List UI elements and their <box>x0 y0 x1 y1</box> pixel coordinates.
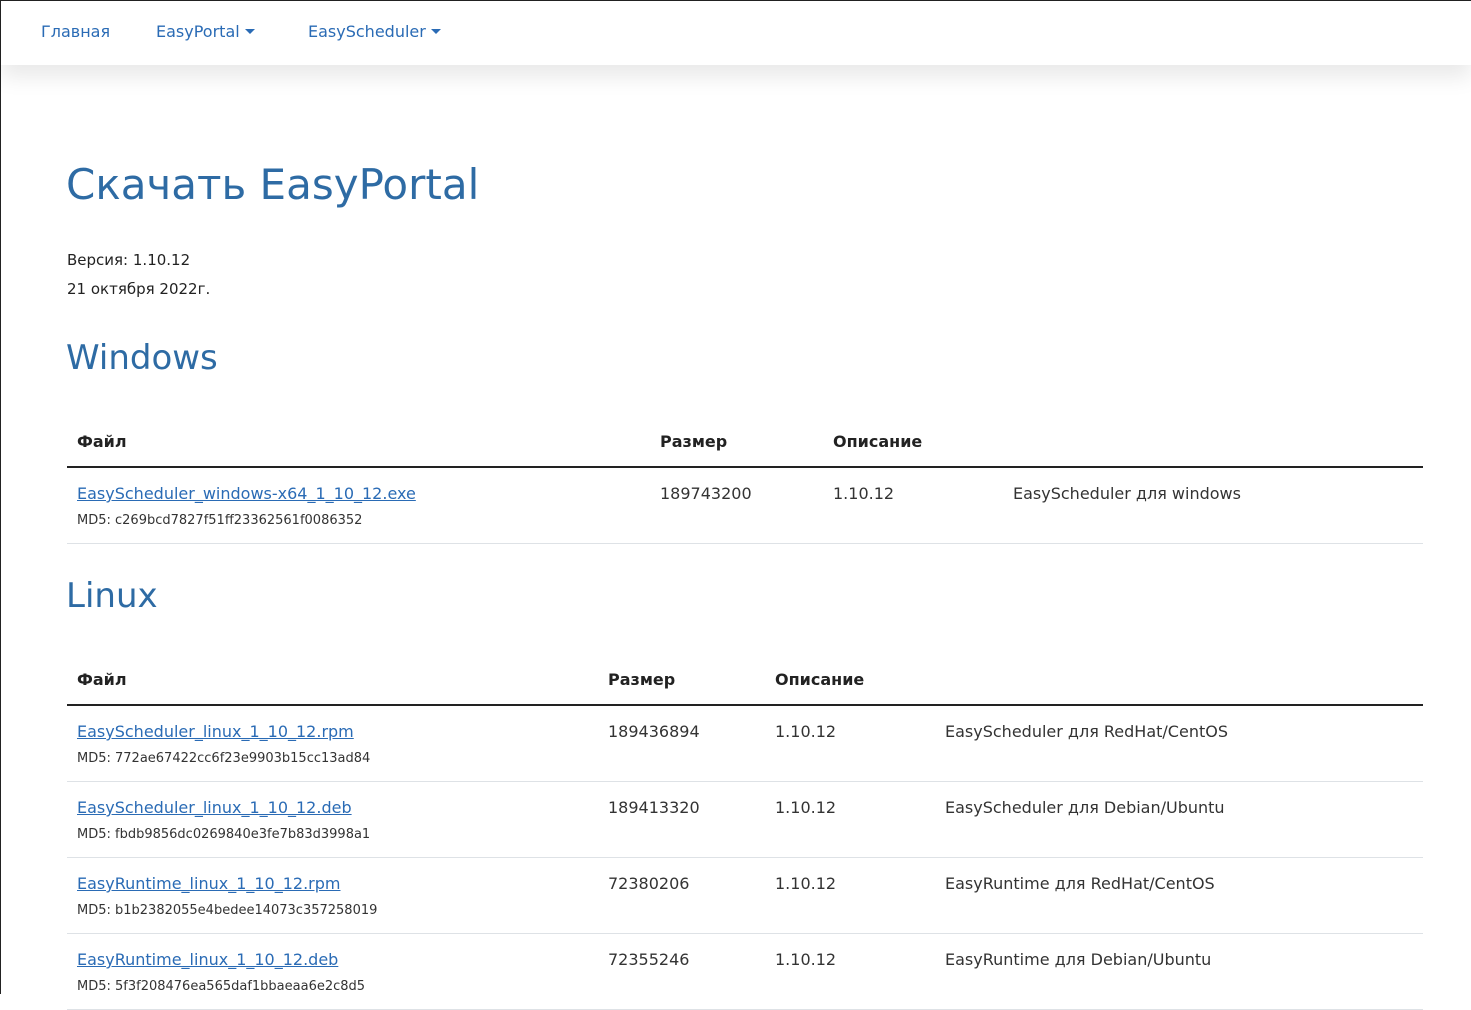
version-text: Версия: 1.10.12 <box>67 251 191 269</box>
release-date: 21 октября 2022г. <box>67 280 211 298</box>
table-row: EasyScheduler_linux_1_10_12.deb MD5: fbd… <box>67 782 1423 858</box>
file-size: 72355246 <box>608 950 690 969</box>
file-download-link[interactable]: EasyScheduler_windows-x64_1_10_12.exe <box>77 484 416 503</box>
md5-hash: MD5: 5f3f208476ea565daf1bbaeaa6e2c8d5 <box>77 979 366 994</box>
header-file: Файл <box>77 670 127 689</box>
header-file: Файл <box>77 432 127 451</box>
md5-hash: MD5: c269bcd7827f51ff23362561f0086352 <box>77 513 363 528</box>
windows-downloads-table: Файл Размер Описание EasyScheduler_windo… <box>67 420 1423 544</box>
linux-section-title: Linux <box>66 576 158 616</box>
file-description: EasyRuntime для RedHat/CentOS <box>945 874 1215 893</box>
header-size: Размер <box>608 670 676 689</box>
table-header-row: Файл Размер Описание <box>67 658 1423 706</box>
header-description: Описание <box>775 670 865 689</box>
table-row: EasyScheduler_linux_1_10_12.rpm MD5: 772… <box>67 706 1423 782</box>
page-title: Скачать EasyPortal <box>66 160 480 209</box>
file-description: EasyScheduler для RedHat/CentOS <box>945 722 1228 741</box>
linux-downloads-table: Файл Размер Описание EasyScheduler_linux… <box>67 658 1423 1010</box>
md5-hash: MD5: b1b2382055e4bedee14073c357258019 <box>77 903 378 918</box>
file-version: 1.10.12 <box>775 874 837 893</box>
file-download-link[interactable]: EasyRuntime_linux_1_10_12.deb <box>77 950 338 969</box>
nav-easyscheduler-dropdown[interactable]: EasyScheduler <box>308 22 441 41</box>
file-version: 1.10.12 <box>833 484 895 503</box>
md5-hash: MD5: 772ae67422cc6f23e9903b15cc13ad84 <box>77 751 371 766</box>
top-navbar: Главная EasyPortal EasyScheduler <box>1 1 1471 65</box>
table-header-row: Файл Размер Описание <box>67 420 1423 468</box>
file-version: 1.10.12 <box>775 950 837 969</box>
md5-hash: MD5: fbdb9856dc0269840e3fe7b83d3998a1 <box>77 827 371 842</box>
table-row: EasyScheduler_windows-x64_1_10_12.exe MD… <box>67 468 1423 544</box>
table-row: EasyRuntime_linux_1_10_12.rpm MD5: b1b23… <box>67 858 1423 934</box>
file-description: EasyScheduler для windows <box>1013 484 1241 503</box>
file-version: 1.10.12 <box>775 798 837 817</box>
header-description: Описание <box>833 432 923 451</box>
file-size: 189743200 <box>660 484 752 503</box>
table-row: EasyRuntime_linux_1_10_12.deb MD5: 5f3f2… <box>67 934 1423 1010</box>
header-size: Размер <box>660 432 728 451</box>
file-description: EasyScheduler для Debian/Ubuntu <box>945 798 1225 817</box>
file-description: EasyRuntime для Debian/Ubuntu <box>945 950 1212 969</box>
nav-easyportal-dropdown[interactable]: EasyPortal <box>156 22 255 41</box>
window-border-left <box>0 0 1 994</box>
nav-easyscheduler-label: EasyScheduler <box>308 22 426 41</box>
file-download-link[interactable]: EasyRuntime_linux_1_10_12.rpm <box>77 874 341 893</box>
file-size: 189436894 <box>608 722 700 741</box>
file-size: 189413320 <box>608 798 700 817</box>
caret-down-icon <box>244 29 255 34</box>
caret-down-icon <box>430 29 441 34</box>
windows-section-title: Windows <box>66 338 218 378</box>
file-download-link[interactable]: EasyScheduler_linux_1_10_12.deb <box>77 798 352 817</box>
file-size: 72380206 <box>608 874 690 893</box>
file-version: 1.10.12 <box>775 722 837 741</box>
file-download-link[interactable]: EasyScheduler_linux_1_10_12.rpm <box>77 722 354 741</box>
nav-easyportal-label: EasyPortal <box>156 22 240 41</box>
nav-home-link[interactable]: Главная <box>41 22 110 41</box>
